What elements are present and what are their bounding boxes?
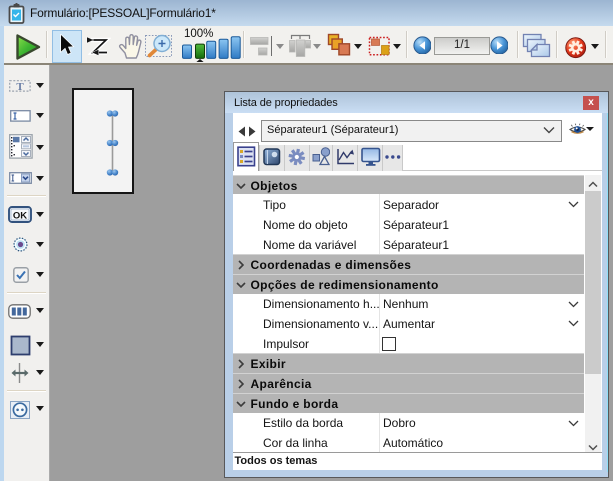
svg-text:T: T — [16, 81, 24, 92]
svg-text:OK: OK — [13, 211, 27, 222]
